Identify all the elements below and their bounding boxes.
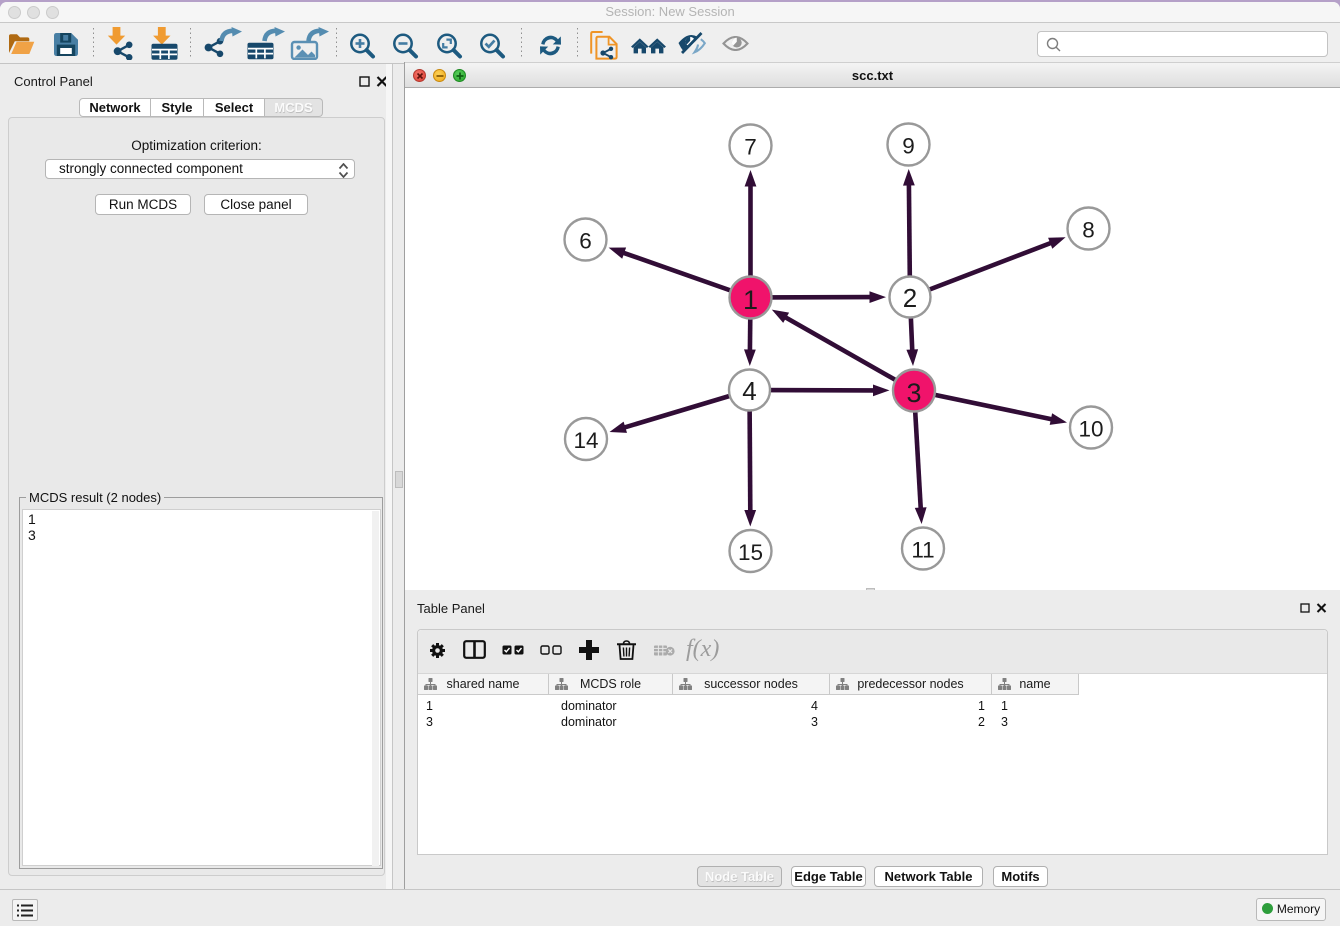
svg-text:4: 4: [742, 376, 756, 406]
svg-text:2: 2: [903, 283, 917, 313]
svg-text:1: 1: [743, 285, 758, 315]
svg-text:11: 11: [911, 537, 934, 562]
svg-text:8: 8: [1082, 217, 1095, 242]
svg-text:14: 14: [573, 428, 598, 453]
svg-text:9: 9: [902, 133, 915, 158]
svg-text:6: 6: [579, 228, 592, 253]
svg-text:7: 7: [744, 134, 757, 159]
svg-text:15: 15: [738, 540, 763, 565]
svg-text:3: 3: [906, 378, 921, 408]
svg-text:10: 10: [1078, 416, 1103, 441]
